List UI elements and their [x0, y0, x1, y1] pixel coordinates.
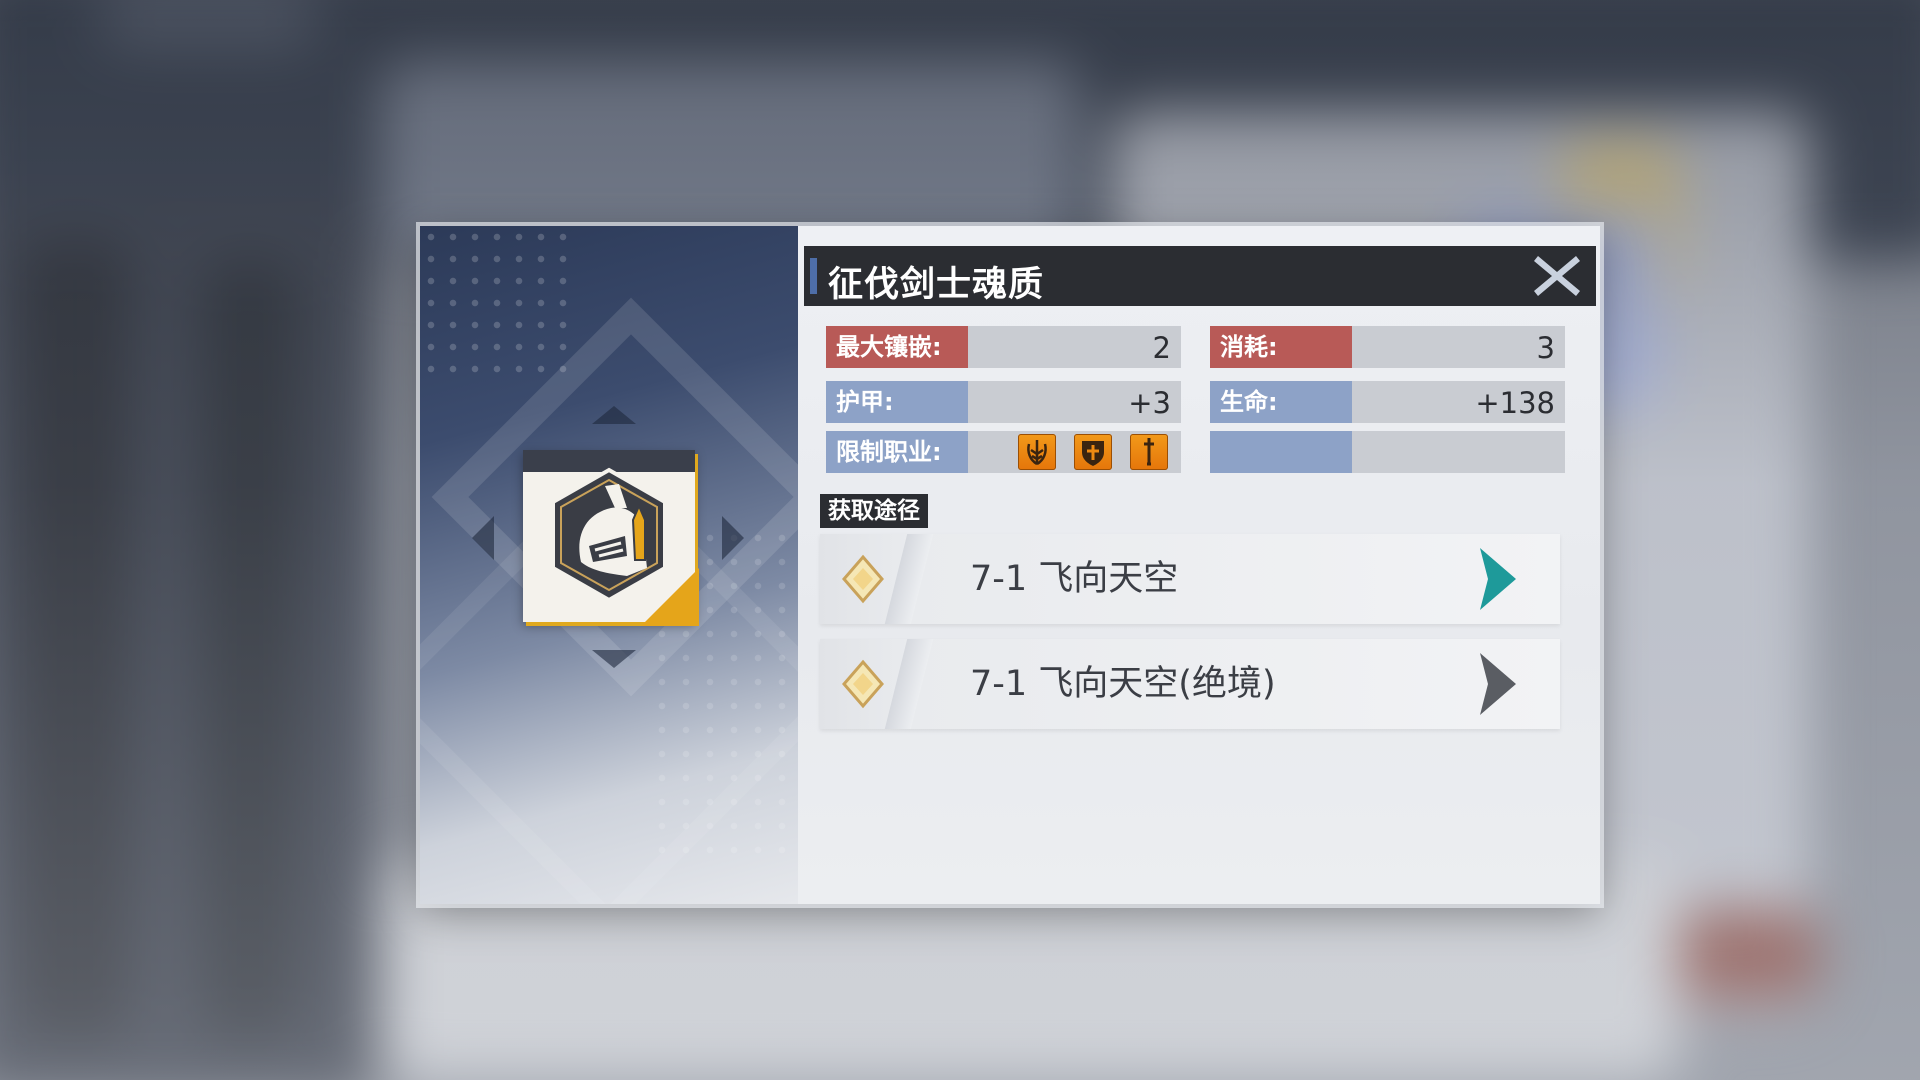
stat-restricted-class: 限制职业:: [826, 431, 1181, 473]
stat-label: 最大镶嵌:: [826, 326, 968, 368]
teal-chevron-icon: [1480, 548, 1516, 610]
shield-cross-icon: [1074, 434, 1112, 470]
title-bar: 征伐剑士魂质: [804, 246, 1596, 306]
stat-label-empty: [1210, 431, 1352, 473]
close-icon: [1534, 256, 1580, 296]
stat-cost: 消耗: 3: [1210, 326, 1565, 368]
title-accent: [810, 258, 817, 294]
stat-value: 3: [1536, 331, 1555, 365]
source-section-header: 获取途径: [820, 494, 928, 528]
stat-value: +138: [1475, 386, 1555, 420]
route-name: 7-1 飞向天空(绝境): [970, 664, 1276, 704]
dot-pattern: [420, 226, 570, 376]
item-title: 征伐剑士魂质: [828, 265, 1045, 305]
stat-max-inlay: 最大镶嵌: 2: [826, 326, 1181, 368]
close-button[interactable]: [1532, 252, 1582, 300]
stat-empty-slot: [1210, 431, 1565, 473]
route-slant-decoration: [884, 639, 934, 729]
item-icon: [523, 450, 699, 626]
stat-label: 消耗:: [1210, 326, 1352, 368]
route-item[interactable]: 7-1 飞向天空(绝境): [820, 639, 1560, 729]
stat-value: 2: [1152, 331, 1171, 365]
nav-right-icon: [722, 516, 744, 560]
stat-label: 护甲:: [826, 381, 968, 423]
stat-label: 生命:: [1210, 381, 1352, 423]
stat-label: 限制职业:: [826, 431, 968, 473]
nav-left-icon: [472, 516, 494, 560]
stat-value: +3: [1128, 386, 1171, 420]
diamond-gem-icon: [842, 659, 884, 709]
nav-down-icon: [592, 650, 636, 668]
route-slant-decoration: [884, 534, 934, 624]
gray-chevron-icon: [1480, 653, 1516, 715]
laurel-emblem-icon: [1018, 434, 1056, 470]
knight-helmet-icon: [551, 467, 667, 603]
sword-icon: [1130, 434, 1168, 470]
item-detail-dialog: 征伐剑士魂质 最大镶嵌: 2 消耗: 3 护甲: +3 生命: +138 限制职…: [420, 226, 1600, 904]
route-item[interactable]: 7-1 飞向天空: [820, 534, 1560, 624]
diamond-gem-icon: [842, 554, 884, 604]
item-info-panel: 征伐剑士魂质 最大镶嵌: 2 消耗: 3 护甲: +3 生命: +138 限制职…: [798, 226, 1600, 904]
stat-armor: 护甲: +3: [826, 381, 1181, 423]
nav-up-icon: [592, 406, 636, 424]
route-name: 7-1 飞向天空: [970, 559, 1179, 599]
item-preview-panel: [420, 226, 798, 904]
stat-hp: 生命: +138: [1210, 381, 1565, 423]
